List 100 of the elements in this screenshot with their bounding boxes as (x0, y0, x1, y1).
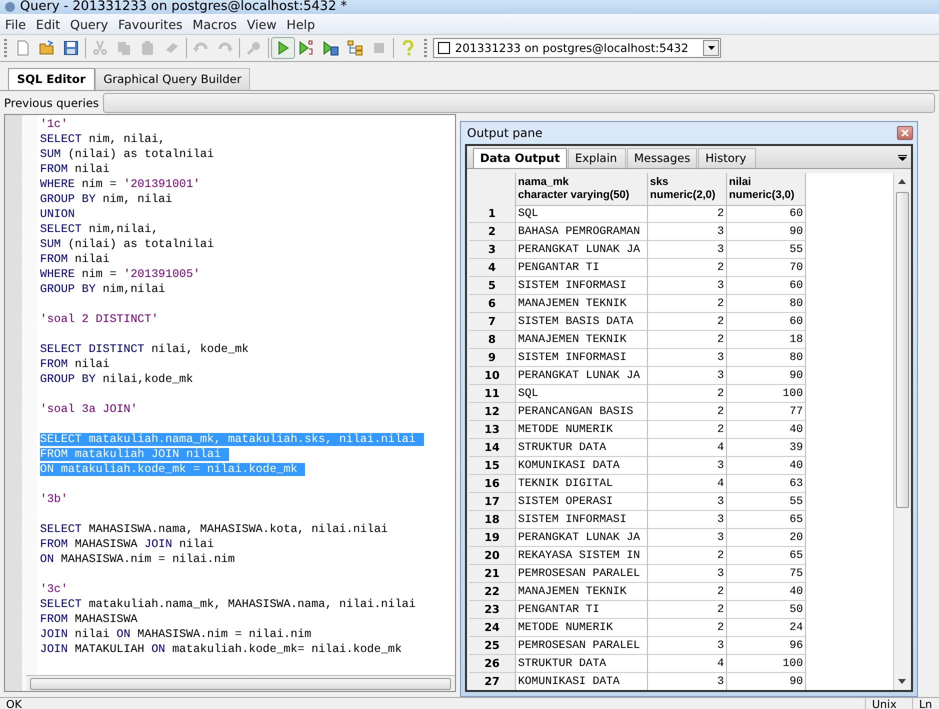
code-line: SELECT matakuliah.nama_mk, MAHASISWA.nama, nilai.nilai (40, 597, 417, 612)
table-cell: 75 (727, 565, 806, 583)
status-text: Ln (912, 698, 939, 709)
row-number[interactable]: 16 (469, 475, 516, 493)
table-cell: REKAYASA SISTEM IN (516, 547, 648, 565)
row-number[interactable]: 18 (469, 511, 516, 529)
column-header[interactable]: sks numeric(2,0) (648, 173, 727, 206)
row-number[interactable]: 3 (469, 241, 516, 259)
table-cell: 4 (648, 439, 727, 457)
table-cell: 40 (727, 457, 806, 475)
table-cell: 77 (727, 403, 806, 421)
table-cell: STRUKTUR DATA (516, 655, 648, 673)
table-cell: PERANGKAT LUNAK JA (516, 529, 648, 547)
table-cell: SQL (516, 385, 648, 403)
row-number[interactable]: 1 (469, 205, 516, 223)
row-number[interactable]: 26 (469, 655, 516, 673)
menu-item[interactable]: View (242, 16, 282, 32)
table-cell: 40 (727, 583, 806, 601)
table-cell: 2 (648, 295, 727, 313)
scroll-down-icon[interactable] (898, 679, 906, 684)
menu-item[interactable]: Help (282, 16, 320, 32)
table-cell: PENGANTAR TI (516, 259, 648, 277)
column-header[interactable]: nama_mk character varying(50) (516, 173, 648, 206)
output-tab[interactable]: Explain (568, 148, 626, 168)
row-number[interactable]: 10 (469, 367, 516, 385)
row-number[interactable]: 7 (469, 313, 516, 331)
previous-queries-label: Previous queries (4, 96, 99, 110)
row-number[interactable]: 4 (469, 259, 516, 277)
table-cell: 39 (727, 439, 806, 457)
row-number[interactable]: 17 (469, 493, 516, 511)
table-cell: 24 (727, 619, 806, 637)
output-tab[interactable]: History (698, 148, 756, 168)
connection-dropdown[interactable]: 201331233 on postgres@localhost:5432 (433, 38, 721, 58)
table-cell: 3 (648, 511, 727, 529)
row-number[interactable]: 9 (469, 349, 516, 367)
table-cell: 2 (648, 583, 727, 601)
editor-tab[interactable]: SQL Editor (8, 68, 94, 90)
vertical-scrollbar[interactable] (893, 173, 911, 690)
menu-item[interactable]: File (0, 16, 31, 32)
table-cell: KOMUNIKASI DATA (516, 457, 648, 475)
status-text: OK (5, 698, 23, 709)
code-line: FROM matakuliah JOIN nilai (40, 447, 424, 462)
row-number[interactable]: 11 (469, 385, 516, 403)
table-cell: 2 (648, 331, 727, 349)
table-cell: 55 (727, 493, 806, 511)
code-line: SELECT nim,nilai, (40, 222, 160, 237)
table-cell: PERANGKAT LUNAK JA (516, 241, 648, 259)
menu-item[interactable]: Macros (188, 16, 242, 32)
row-number[interactable]: 27 (469, 673, 516, 690)
row-number[interactable]: 6 (469, 295, 516, 313)
table-cell: 3 (648, 241, 727, 259)
window-title: Query - 201331233 on postgres@localhost:5432 * (20, 0, 347, 14)
row-number[interactable]: 20 (469, 547, 516, 565)
row-number[interactable]: 8 (469, 331, 516, 349)
code-line: SELECT nim, nilai, (40, 132, 166, 147)
output-tab[interactable]: Data Output (473, 148, 567, 168)
row-number[interactable]: 2 (469, 223, 516, 241)
code-line: FROM MAHASISWA JOIN nilai (40, 537, 215, 552)
code-line: FROM nilai (40, 162, 111, 177)
menu-item[interactable]: Query (65, 16, 114, 32)
horizontal-scrollbar[interactable] (26, 675, 455, 691)
row-number[interactable]: 12 (469, 403, 516, 421)
code-line: GROUP BY nilai,kode_mk (40, 372, 194, 387)
table-cell: 2 (648, 259, 727, 277)
scroll-up-icon[interactable] (898, 179, 906, 184)
output-tab[interactable]: Messages (626, 148, 698, 168)
code-line: GROUP BY nim,nilai (40, 282, 166, 297)
table-cell: 100 (727, 655, 806, 673)
column-header[interactable]: nilai numeric(3,0) (727, 173, 806, 206)
row-number[interactable]: 22 (469, 583, 516, 601)
table-cell: 65 (727, 547, 806, 565)
row-number[interactable]: 14 (469, 439, 516, 457)
row-number[interactable]: 15 (469, 457, 516, 475)
row-number[interactable]: 23 (469, 601, 516, 619)
table-cell: 3 (648, 277, 727, 295)
table-cell: 80 (727, 295, 806, 313)
row-number[interactable]: 21 (469, 565, 516, 583)
table-cell: 18 (727, 331, 806, 349)
menu-item[interactable]: Edit (30, 16, 66, 32)
table-cell: 2 (648, 421, 727, 439)
editor-tab[interactable]: Graphical Query Builder (94, 68, 250, 90)
table-cell: MANAJEMEN TEKNIK (516, 331, 648, 349)
table-cell: PENGANTAR TI (516, 601, 648, 619)
menu-item[interactable]: Favourites (113, 16, 188, 32)
table-cell: 3 (648, 529, 727, 547)
table-cell: SISTEM BASIS DATA (516, 313, 648, 331)
row-number[interactable]: 25 (469, 637, 516, 655)
table-cell: 20 (727, 529, 806, 547)
row-number[interactable]: 24 (469, 619, 516, 637)
code-line: SUM (nilai) as totalnilai (40, 147, 215, 162)
table-cell: 3 (648, 565, 727, 583)
row-number[interactable]: 5 (469, 277, 516, 295)
sql-editor[interactable] (4, 114, 456, 692)
play-icon[interactable] (271, 37, 295, 59)
close-icon[interactable] (897, 126, 913, 140)
row-number[interactable]: 19 (469, 529, 516, 547)
tab-menu-icon[interactable] (898, 155, 907, 161)
table-cell: 2 (648, 619, 727, 637)
table-cell: TEKNIK DIGITAL (516, 475, 648, 493)
row-number[interactable]: 13 (469, 421, 516, 439)
